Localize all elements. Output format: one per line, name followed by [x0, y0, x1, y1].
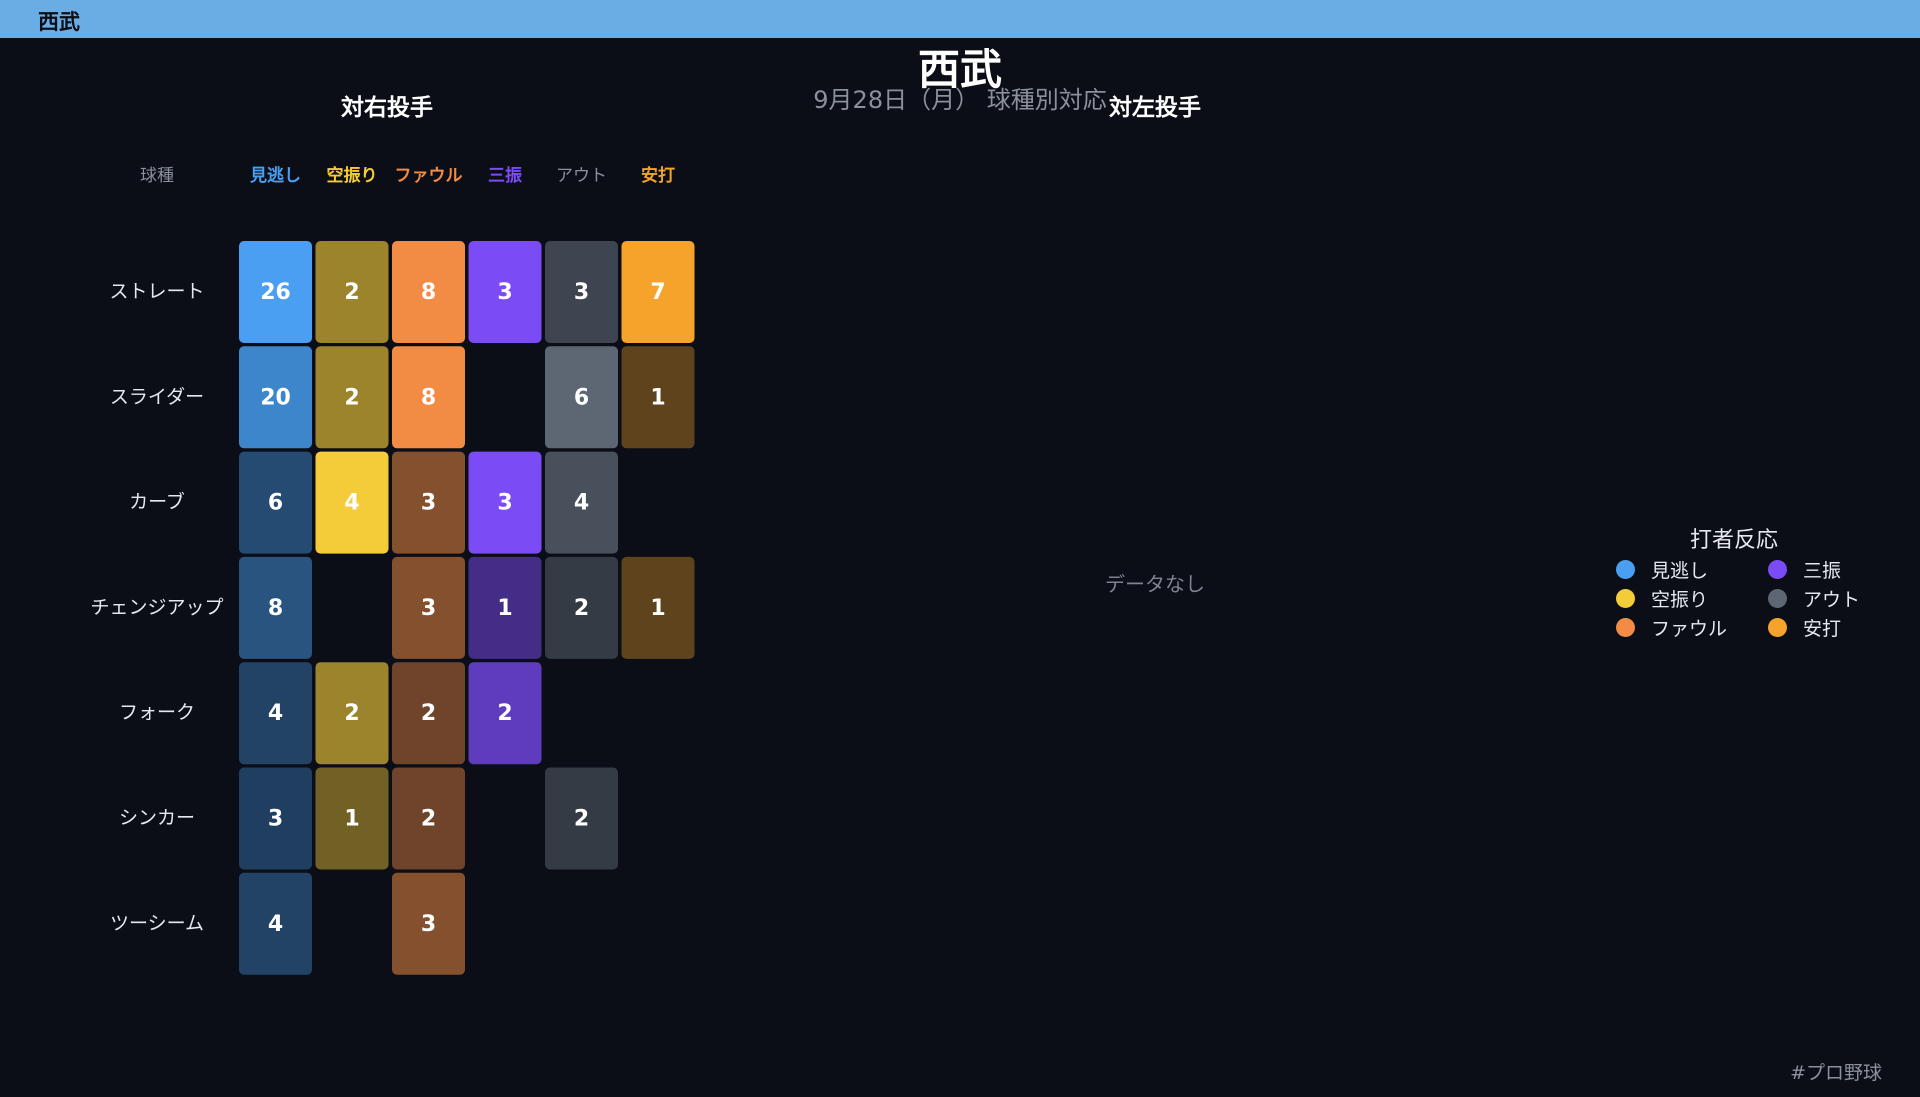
- legend-dot-strikeout: [1768, 559, 1787, 579]
- legend-dot-hit: [1768, 617, 1787, 637]
- heatmap-value-0-2: 8: [421, 280, 436, 305]
- legend-item-strikeout: 三振: [1768, 556, 1841, 582]
- legend-label-miss: 見逃し: [1651, 559, 1709, 582]
- heatmap-value-6-0: 4: [268, 912, 283, 937]
- footer-hashtag: #プロ野球: [1790, 1062, 1882, 1084]
- heatmap-value-6-2: 3: [421, 912, 436, 937]
- heatmap-value-0-4: 3: [574, 280, 589, 305]
- heatmap-value-0-5: 7: [650, 280, 665, 305]
- legend-title: 打者反応: [1689, 528, 1778, 553]
- row-header-label: 球種: [140, 166, 174, 186]
- row-label-0: ストレート: [109, 281, 204, 303]
- heatmap-value-2-1: 4: [344, 491, 359, 516]
- column-header-5: 安打: [641, 165, 675, 186]
- no-data-message: データなし: [1105, 572, 1205, 596]
- legend-label-swing: 空振り: [1651, 588, 1709, 611]
- legend: 打者反応 見逃し 三振 空振り アウト ファウル 安打: [1600, 522, 1880, 642]
- legend-dot-out: [1768, 588, 1787, 608]
- column-header-2: ファウル: [395, 166, 463, 186]
- legend-item-miss: 見逃し: [1616, 556, 1708, 582]
- heatmap-value-1-0: 20: [260, 385, 291, 410]
- heatmap-value-5-1: 1: [344, 807, 359, 832]
- heatmap-value-1-5: 1: [650, 385, 665, 410]
- legend-label-foul: ファウル: [1651, 617, 1728, 640]
- heatmap-value-2-4: 4: [574, 491, 589, 516]
- page: 西武 西武 9月28日（月） 球種別対応 対右投手 対左投手 球種 見逃し 空振りフ…: [0, 0, 1920, 1097]
- column-header-1: 空振り: [327, 165, 378, 186]
- heatmap-value-2-3: 3: [497, 491, 512, 516]
- heatmap-value-0-1: 2: [344, 280, 359, 305]
- legend-dot-miss: [1616, 559, 1635, 579]
- heatmap-value-4-2: 2: [421, 701, 436, 726]
- row-label-4: フォーク: [119, 702, 195, 724]
- heatmap-value-2-2: 3: [421, 491, 436, 516]
- heatmap-value-5-2: 2: [421, 807, 436, 832]
- heatmap-value-0-3: 3: [497, 280, 512, 305]
- legend-item-out: アウト: [1768, 585, 1860, 611]
- row-label-6: ツーシーム: [110, 912, 204, 934]
- legend-dot-foul: [1616, 617, 1635, 637]
- row-label-1: スライダー: [110, 386, 204, 408]
- heatmap-value-3-2: 3: [421, 596, 436, 621]
- legend-item-swing: 空振り: [1616, 585, 1708, 611]
- legend-label-strikeout: 三振: [1803, 559, 1842, 582]
- column-header-4: アウト: [556, 166, 607, 186]
- heatmap-value-3-0: 8: [268, 596, 283, 621]
- heatmap-vs-right-pitcher: 球種 見逃し 空振り ファウル 三振 アウト 安打ストレート 26 2 8 3 3 7スライダー 20 2 8…: [90, 165, 695, 975]
- heatmap-value-4-1: 2: [344, 701, 359, 726]
- heatmap-value-2-0: 6: [268, 491, 283, 516]
- heatmap-value-0-0: 26: [260, 280, 291, 305]
- heatmap-value-4-0: 4: [268, 701, 283, 726]
- row-label-5: シンカー: [119, 807, 195, 829]
- heatmap-value-3-5: 1: [650, 596, 665, 621]
- legend-dot-swing: [1616, 588, 1635, 608]
- legend-label-hit: 安打: [1803, 617, 1842, 640]
- heatmap-value-5-4: 2: [574, 807, 589, 832]
- heatmap-value-1-1: 2: [344, 385, 359, 410]
- row-label-3: チェンジアップ: [90, 596, 223, 618]
- panel-title-vs-left-pitcher: 対左投手: [1109, 95, 1201, 121]
- row-label-2: カーブ: [129, 490, 185, 513]
- legend-label-out: アウト: [1803, 588, 1861, 611]
- heatmap-value-4-3: 2: [497, 701, 512, 726]
- legend-item-foul: ファウル: [1616, 614, 1727, 640]
- heatmap-value-3-4: 2: [574, 596, 589, 621]
- column-header-0: 見逃し: [249, 165, 301, 186]
- heatmap-value-1-4: 6: [574, 385, 589, 410]
- heatmap-value-3-3: 1: [497, 596, 512, 621]
- heatmap-value-1-2: 8: [421, 385, 436, 410]
- legend-item-hit: 安打: [1768, 614, 1841, 640]
- column-header-3: 三振: [488, 165, 522, 186]
- heatmap-value-5-0: 3: [268, 807, 283, 832]
